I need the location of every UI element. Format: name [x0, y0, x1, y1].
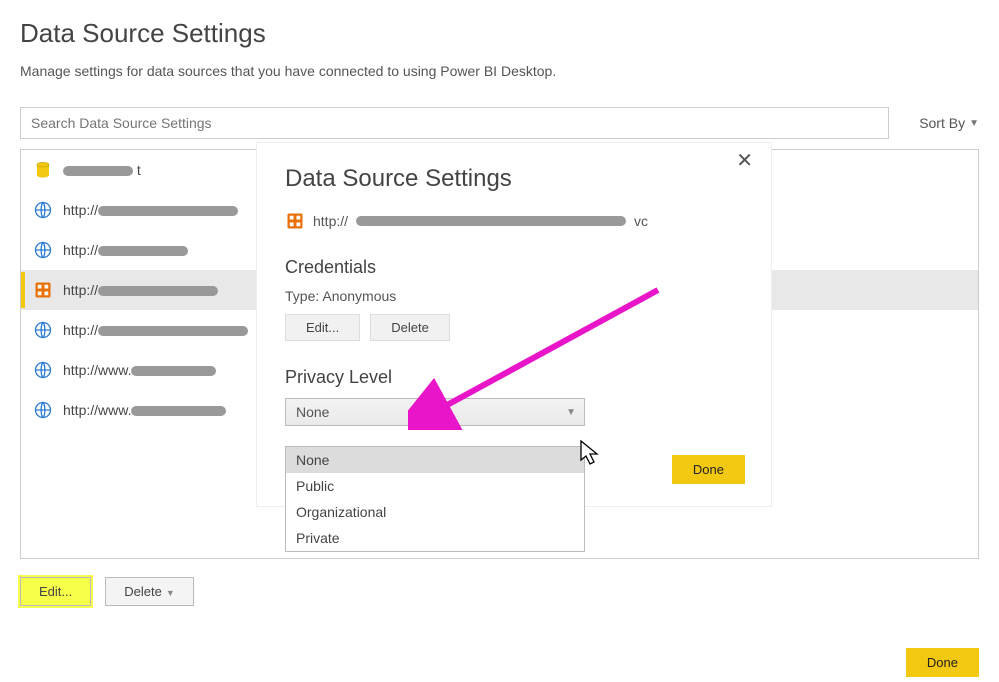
credential-delete-button[interactable]: Delete — [370, 314, 450, 341]
close-icon: ✕ — [736, 150, 753, 172]
page-description: Manage settings for data sources that yo… — [20, 63, 979, 79]
privacy-level-options: None Public Organizational Private — [285, 446, 585, 552]
source-url-prefix: http:// — [313, 213, 348, 229]
delete-label: Delete — [124, 584, 162, 599]
dialog-title: Data Source Settings — [285, 165, 743, 193]
chevron-down-icon: ▼ — [566, 407, 576, 418]
edit-button[interactable]: Edit... — [20, 577, 91, 606]
chevron-down-icon: ▼ — [166, 588, 175, 598]
dialog-done-button[interactable]: Done — [672, 455, 745, 484]
close-button[interactable]: ✕ — [730, 147, 759, 174]
privacy-level-select[interactable]: None ▼ — [285, 398, 585, 426]
data-source-label: http:// — [63, 202, 238, 218]
credential-type: Type: Anonymous — [285, 288, 743, 304]
privacy-level-heading: Privacy Level — [285, 367, 743, 388]
privacy-option-private[interactable]: Private — [286, 525, 584, 551]
data-source-label: http:// — [63, 282, 218, 298]
delete-button[interactable]: Delete ▼ — [105, 577, 194, 606]
odata-icon — [285, 211, 305, 231]
globe-icon — [33, 400, 53, 420]
globe-icon — [33, 320, 53, 340]
data-source-label: http://www. — [63, 362, 216, 378]
search-input[interactable] — [20, 107, 889, 139]
globe-icon — [33, 200, 53, 220]
globe-icon — [33, 240, 53, 260]
data-source-label: http://www. — [63, 402, 226, 418]
data-source-label: http:// — [63, 242, 188, 258]
odata-icon — [33, 280, 53, 300]
privacy-option-organizational[interactable]: Organizational — [286, 499, 584, 525]
privacy-option-none[interactable]: None — [286, 447, 584, 473]
privacy-option-public[interactable]: Public — [286, 473, 584, 499]
dialog-source-url: http:// vc — [285, 211, 743, 231]
source-url-suffix: vc — [634, 213, 648, 229]
credential-edit-button[interactable]: Edit... — [285, 314, 360, 341]
credentials-heading: Credentials — [285, 257, 743, 278]
data-source-label: t — [63, 162, 141, 178]
sort-by-dropdown[interactable]: Sort By ▼ — [919, 115, 979, 131]
page-title: Data Source Settings — [20, 18, 979, 49]
selection-indicator — [21, 272, 25, 308]
privacy-selected-value: None — [296, 404, 329, 420]
data-source-settings-dialog: ✕ Data Source Settings http:// vc Credent… — [256, 142, 772, 507]
done-button[interactable]: Done — [906, 648, 979, 677]
globe-icon — [33, 360, 53, 380]
database-icon — [33, 160, 53, 180]
sort-by-label: Sort By — [919, 115, 965, 131]
chevron-down-icon: ▼ — [969, 118, 979, 129]
data-source-label: http:// — [63, 322, 248, 338]
